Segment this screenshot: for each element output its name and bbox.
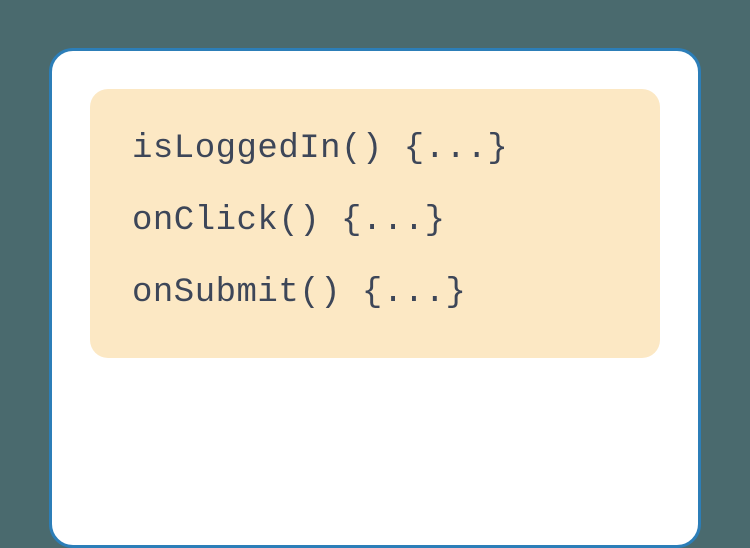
code-card: isLoggedIn() {...} onClick() {...} onSub… [49,48,701,548]
code-block: isLoggedIn() {...} onClick() {...} onSub… [90,89,660,358]
code-line: onClick() {...} [132,199,618,243]
code-line: isLoggedIn() {...} [132,127,618,171]
code-line: onSubmit() {...} [132,271,618,315]
